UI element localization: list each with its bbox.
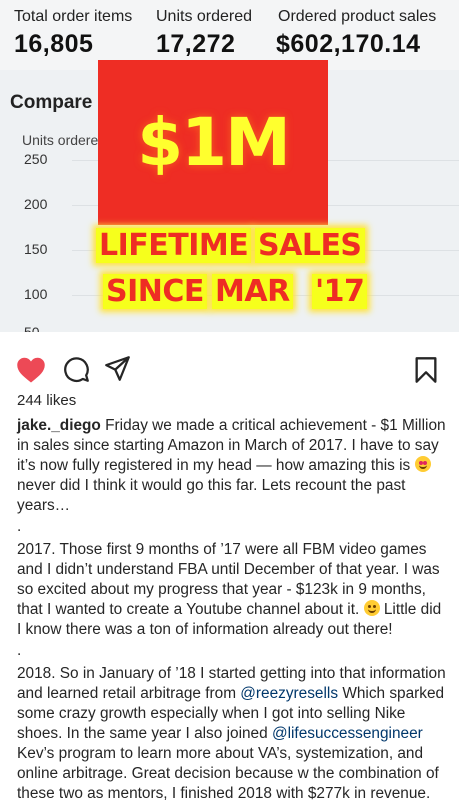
separator-dot: . (17, 518, 22, 535)
bookmark-icon (415, 357, 437, 383)
stat-value-units-ordered: 17,272 (156, 30, 236, 58)
caption-paragraph: 2018. So in January of ’18 I started get… (17, 664, 449, 804)
stat-value-ordered-product-sales: $602,170.14 (276, 30, 421, 58)
like-button[interactable] (16, 356, 46, 389)
caption-text: Kev’s program to learn more about VA’s, … (17, 745, 439, 802)
action-bar (0, 342, 459, 386)
y-tick-label: 100 (24, 286, 48, 302)
axis-title: Units ordered (22, 132, 107, 148)
caption-paragraph: 2017. Those first 9 months of ’17 were a… (17, 540, 449, 640)
comment-icon (64, 357, 89, 382)
promo-word-year: '17 (312, 274, 368, 309)
promo-headline: $1M (137, 104, 291, 181)
stat-label-ordered-product-sales: Ordered product sales (278, 8, 437, 25)
heart-eyes-emoji-icon (414, 456, 431, 472)
smile-emoji-icon (363, 600, 380, 616)
mention-link-lifesuccessengineer[interactable]: @lifesuccessengineer (272, 725, 423, 742)
promo-word-lifetime: LIFETIME (96, 228, 252, 263)
username-link[interactable]: jake._diego (17, 417, 101, 434)
stat-label-total-order-items: Total order items (14, 8, 133, 25)
comment-button[interactable] (63, 356, 90, 388)
mention-link-reezyresells[interactable]: @reezyresells (240, 685, 338, 702)
y-tick-label: 200 (24, 196, 48, 212)
promo-word-mar: MAR (212, 274, 293, 309)
heart-filled-icon (17, 357, 45, 383)
save-button[interactable] (414, 356, 438, 389)
y-tick-label: 250 (24, 151, 48, 167)
caption-paragraph: jake._diego Friday we made a critical ac… (17, 416, 449, 516)
stat-value-total-order-items: 16,805 (14, 30, 94, 58)
post-caption: jake._diego Friday we made a critical ac… (17, 416, 449, 804)
y-tick-label: 50 (24, 324, 40, 332)
caption-text: never did I think it would go this far. … (17, 477, 406, 514)
promo-word-sales: SALES (255, 228, 365, 263)
y-tick-label: 150 (24, 241, 48, 257)
stat-label-units-ordered: Units ordered (156, 8, 253, 25)
likes-count[interactable]: 244 likes (17, 392, 76, 409)
share-button[interactable] (104, 355, 131, 387)
promo-word-since: SINCE (103, 274, 207, 309)
post-photo[interactable]: Total order items 16,805 Units ordered 1… (0, 0, 459, 332)
separator-dot: . (17, 642, 22, 659)
send-icon (105, 356, 130, 381)
